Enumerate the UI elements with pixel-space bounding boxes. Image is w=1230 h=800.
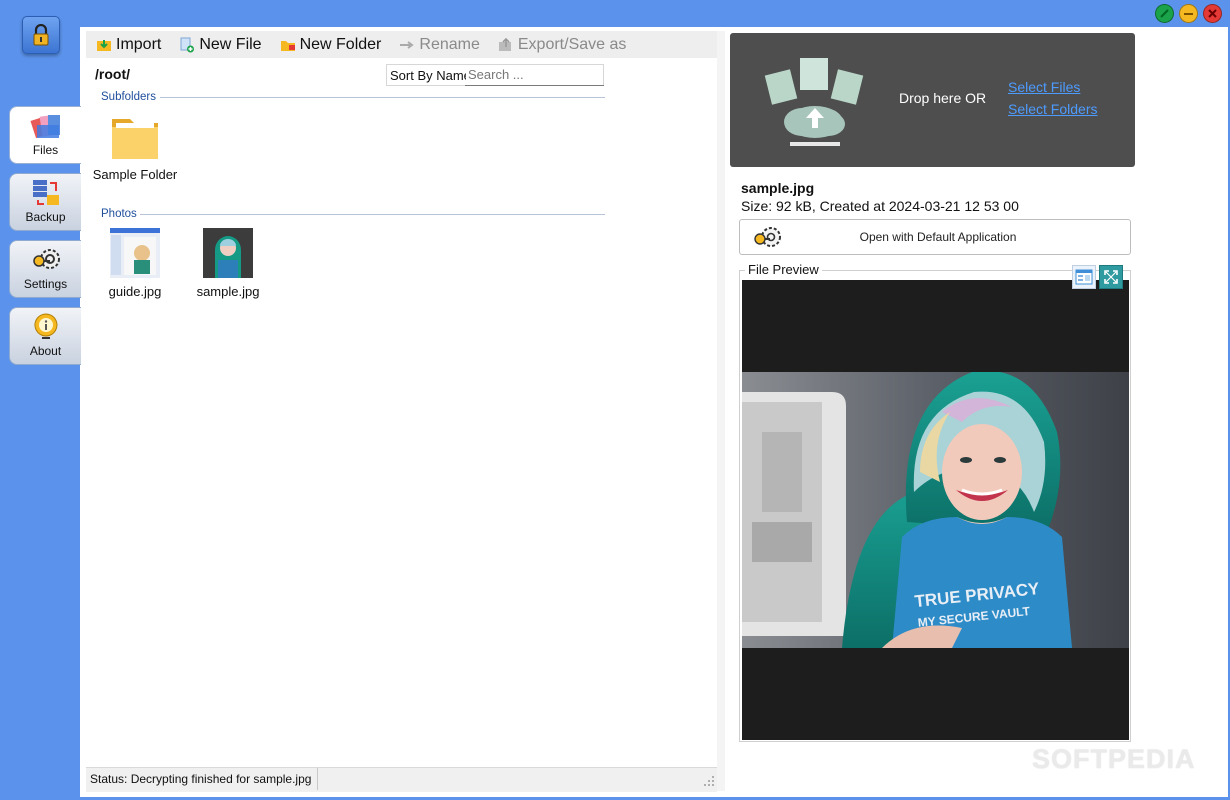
sidebar-item-label: Settings (23, 277, 68, 291)
sidebar-item-files[interactable]: Files (9, 106, 81, 164)
new-file-button[interactable]: New File (179, 35, 262, 54)
import-button[interactable]: Import (96, 36, 161, 54)
open-default-app-label: Open with Default Application (859, 230, 1017, 244)
photo-thumbnail (110, 228, 160, 278)
current-path: /root/ (95, 66, 130, 82)
folder-name: Sample Folder (92, 167, 178, 182)
close-button[interactable] (1203, 4, 1222, 23)
export-button[interactable]: Export/Save as (498, 35, 627, 54)
photo-name: guide.jpg (108, 284, 162, 299)
panel-splitter[interactable] (717, 31, 725, 791)
preview-window-button[interactable] (1072, 265, 1096, 289)
close-icon (1208, 9, 1217, 18)
settings-icon (30, 245, 62, 275)
softpedia-watermark: SOFTPEDIA (1032, 744, 1196, 774)
search-input[interactable] (465, 64, 604, 86)
sidebar-item-settings[interactable]: Settings (9, 240, 81, 298)
folder-icon (112, 119, 158, 159)
photo-name: sample.jpg (196, 284, 260, 299)
photo-item[interactable]: guide.jpg (100, 228, 170, 299)
subfolders-header: Subfolders (101, 91, 156, 103)
rename-button[interactable]: Rename (399, 35, 480, 54)
subfolders-divider (160, 97, 605, 98)
about-icon (31, 312, 61, 342)
fullscreen-icon (1104, 270, 1118, 284)
drop-text: Drop here OR (899, 90, 987, 106)
photos-divider (140, 214, 605, 215)
minimize-icon (1184, 13, 1193, 15)
minimize-button[interactable] (1179, 4, 1198, 23)
new-file-icon (179, 37, 195, 52)
export-icon (498, 37, 514, 52)
window-icon (1075, 269, 1093, 285)
sidebar-item-label: Backup (25, 210, 66, 224)
folder-item[interactable]: Sample Folder (92, 112, 178, 182)
sidebar-item-backup[interactable]: Backup (9, 173, 81, 231)
photo-item[interactable]: sample.jpg (193, 228, 263, 299)
maximize-icon (1160, 9, 1169, 18)
status-text: Status: Decrypting finished for sample.j… (86, 768, 318, 790)
rename-icon (399, 38, 415, 52)
selected-file-info: Size: 92 kB, Created at 2024-03-21 12 53… (741, 198, 1019, 214)
photo-thumbnail (203, 228, 253, 278)
select-files-link[interactable]: Select Files (1008, 79, 1080, 95)
toolbar: Import New File New Folder Rename Export… (86, 31, 717, 58)
new-file-label: New File (199, 35, 262, 53)
maximize-button[interactable] (1155, 4, 1174, 23)
sidebar-item-label: Files (32, 143, 59, 157)
import-label: Import (116, 35, 162, 53)
files-icon (29, 111, 63, 141)
lock-icon (33, 24, 49, 46)
select-folders-link[interactable]: Select Folders (1008, 101, 1097, 117)
new-folder-label: New Folder (299, 35, 382, 53)
cloud-upload-icon (764, 58, 864, 146)
new-folder-icon (280, 38, 296, 52)
preview-title: File Preview (745, 262, 822, 277)
lock-button[interactable] (22, 16, 60, 54)
new-folder-button[interactable]: New Folder (280, 35, 382, 54)
selected-file-name: sample.jpg (741, 180, 815, 196)
rename-label: Rename (419, 35, 480, 53)
resize-grip-icon[interactable] (703, 775, 715, 787)
sidebar-item-label: About (29, 344, 62, 358)
preview-fullscreen-button[interactable] (1099, 265, 1123, 289)
export-label: Export/Save as (517, 35, 627, 53)
sidebar-item-about[interactable]: About (9, 307, 81, 365)
import-icon (96, 38, 112, 52)
sort-dropdown-label: Sort By Name (390, 68, 466, 83)
preview-image: TRUE PRIVACY MY SECURE VAULT (742, 372, 1129, 648)
backup-icon (30, 178, 62, 208)
photos-header: Photos (101, 208, 137, 220)
